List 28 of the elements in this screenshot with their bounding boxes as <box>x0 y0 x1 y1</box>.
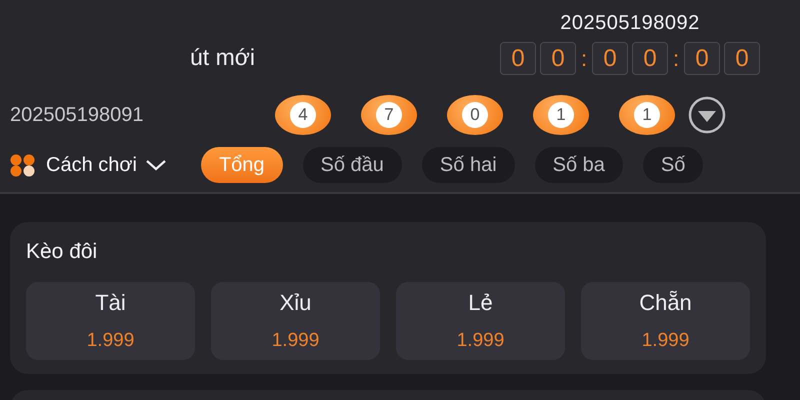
bet-option-button[interactable]: Lẻ 1.999 <box>396 282 565 360</box>
bet-group-title: Kèo đôi <box>26 239 98 265</box>
chevron-down-icon <box>144 158 167 172</box>
tab[interactable]: Số <box>642 147 704 183</box>
tab[interactable]: Số đầu <box>302 147 402 183</box>
countdown-separator: : <box>580 45 588 73</box>
header-title: út mới <box>190 43 255 72</box>
previous-period-number: 202505198091 <box>10 103 144 128</box>
result-ball: 4 <box>275 95 331 135</box>
countdown-separator: : <box>672 45 680 73</box>
bet-option-button[interactable]: Xỉu 1.999 <box>211 282 380 360</box>
countdown-digit: 0 <box>540 42 576 75</box>
result-ball: 1 <box>533 95 589 135</box>
countdown-digit: 0 <box>592 42 628 75</box>
bet-option-button[interactable]: Tài 1.999 <box>26 282 195 360</box>
result-ball: 1 <box>619 95 675 135</box>
play-menu-button[interactable]: Cách chơi <box>8 150 167 180</box>
bet-option-button[interactable]: Chẵn 1.999 <box>581 282 750 360</box>
countdown-digit: 0 <box>684 42 720 75</box>
countdown-digit: 0 <box>500 42 536 75</box>
countdown-digit: 0 <box>632 42 668 75</box>
tab[interactable]: Số ba <box>534 147 623 183</box>
result-ball: 0 <box>447 95 503 135</box>
tab[interactable]: Số hai <box>422 147 515 183</box>
period-number: 202505198092 <box>560 11 700 36</box>
result-ball: 7 <box>361 95 417 135</box>
expand-button[interactable] <box>687 95 727 135</box>
countdown-digit: 0 <box>724 42 760 75</box>
